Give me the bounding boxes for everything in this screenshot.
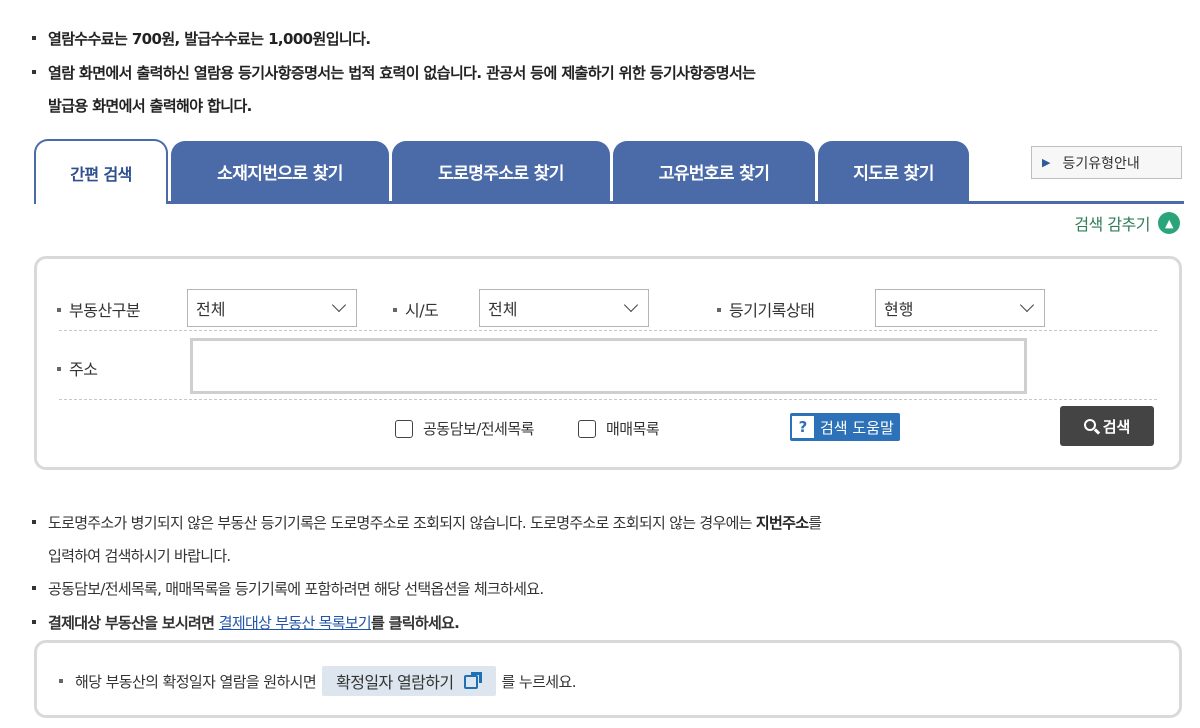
note-road-text: 도로명주소가 병기되지 않은 부동산 등기기록은 도로명주소로 조회되지 않습니… [48, 514, 756, 532]
note-road-text-end: 를 [808, 514, 822, 532]
confirm-button-label: 확정일자 열람하기 [336, 673, 454, 692]
tab-lot-number[interactable]: 소재지번으로 찾기 [171, 141, 389, 202]
search-button[interactable]: 검색 [1060, 406, 1154, 446]
question-icon: ? [792, 416, 814, 438]
note-options-text: 공동담보/전세목록, 매매목록을 등기기록에 포함하려면 해당 선택옵션을 체크… [48, 580, 544, 598]
hide-search-toggle[interactable]: 검색 감추기 ▲ [1074, 211, 1180, 235]
tab-unique-number[interactable]: 고유번호로 찾기 [613, 141, 815, 202]
bullet-icon [32, 619, 36, 624]
triangle-right-icon: ▶ [1042, 156, 1051, 169]
city-label: 시/도 [393, 297, 439, 321]
note-payment-text-end: 를 클릭하세요. [371, 614, 460, 632]
guide-button-label: 등기유형안내 [1062, 155, 1140, 172]
search-panel: 부동산구분 전체 시/도 전체 등기기록상태 현행 주소 공동담보/전세목록 매… [34, 256, 1182, 470]
search-tabs: 간편 검색 소재지번으로 찾기 도로명주소로 찾기 고유번호로 찾기 지도로 찾… [34, 139, 1184, 205]
confirm-suffix-text: 를 누르세요. [501, 672, 577, 691]
note-road-bold: 지번주소 [755, 514, 809, 532]
chevron-up-icon: ▲ [1158, 212, 1180, 234]
confirm-date-box: 해당 부동산의 확정일자 열람을 원하시면 확정일자 열람하기 를 누르세요. [34, 640, 1182, 718]
hide-search-label: 검색 감추기 [1074, 215, 1150, 234]
confirm-date-view-button[interactable]: 확정일자 열람하기 [322, 666, 496, 696]
chevron-down-icon [331, 297, 347, 313]
note-options: 공동담보/전세목록, 매매목록을 등기기록에 포함하려면 해당 선택옵션을 체크… [32, 578, 544, 599]
checkbox-joint-label: 공동담보/전세목록 [423, 420, 534, 438]
city-select[interactable]: 전체 [479, 289, 649, 327]
registry-status-select[interactable]: 현행 [875, 289, 1045, 327]
chevron-down-icon [623, 297, 639, 313]
notice-legal-cont: 발급용 화면에서 출력해야 합니다. [32, 95, 252, 116]
divider [59, 399, 1157, 400]
tab-road-address[interactable]: 도로명주소로 찾기 [392, 141, 610, 202]
note-road-address: 도로명주소가 병기되지 않은 부동산 등기기록은 도로명주소로 조회되지 않습니… [32, 512, 822, 533]
notice-legal-text-2: 발급용 화면에서 출력해야 합니다. [48, 97, 252, 115]
confirm-date-line: 해당 부동산의 확정일자 열람을 원하시면 확정일자 열람하기 를 누르세요. [59, 666, 576, 696]
chevron-down-icon [1019, 297, 1035, 313]
property-type-select[interactable]: 전체 [187, 289, 357, 327]
property-type-label: 부동산구분 [57, 297, 141, 321]
bullet-icon [32, 69, 36, 74]
sale-list-checkbox[interactable]: 매매목록 [578, 418, 660, 439]
search-icon [1083, 418, 1100, 435]
checkbox-sale-label: 매매목록 [606, 420, 660, 438]
external-link-icon [463, 672, 482, 690]
note-road-text-2: 입력하여 검색하시기 바랍니다. [48, 547, 231, 565]
confirm-prefix-text: 해당 부동산의 확정일자 열람을 원하시면 [75, 672, 317, 691]
notice-legal: 열람 화면에서 출력하신 열람용 등기사항증명서는 법적 효력이 없습니다. 관… [32, 62, 756, 83]
notice-fee-text: 열람수수료는 700원, 발급수수료는 1,000원입니다. [48, 30, 371, 48]
registry-status-label: 등기기록상태 [717, 297, 815, 321]
note-payment-text: 결제대상 부동산을 보시려면 [48, 614, 219, 632]
divider [59, 330, 1157, 331]
bullet-icon [32, 35, 36, 40]
checkbox-icon [578, 419, 596, 438]
tab-map[interactable]: 지도로 찾기 [818, 141, 969, 202]
tab-simple-search[interactable]: 간편 검색 [34, 139, 168, 204]
search-button-label: 검색 [1102, 417, 1131, 436]
note-road-address-cont: 입력하여 검색하시기 바랍니다. [32, 545, 231, 566]
bullet-icon [59, 679, 63, 683]
bullet-icon [32, 519, 36, 524]
search-help-button[interactable]: ? 검색 도움말 [790, 413, 900, 441]
payment-list-link[interactable]: 결제대상 부동산 목록보기 [219, 614, 372, 632]
address-label: 주소 [57, 356, 98, 380]
notice-fee: 열람수수료는 700원, 발급수수료는 1,000원입니다. [32, 28, 371, 49]
search-help-label: 검색 도움말 [820, 418, 894, 437]
bullet-icon [32, 585, 36, 590]
note-payment: 결제대상 부동산을 보시려면 결제대상 부동산 목록보기를 클릭하세요. [32, 612, 460, 633]
registry-type-guide-button[interactable]: ▶ 등기유형안내 [1031, 146, 1182, 179]
checkbox-icon [395, 419, 413, 438]
notice-legal-text: 열람 화면에서 출력하신 열람용 등기사항증명서는 법적 효력이 없습니다. 관… [48, 64, 756, 82]
joint-collateral-checkbox[interactable]: 공동담보/전세목록 [395, 418, 534, 439]
address-input[interactable] [190, 338, 1027, 394]
